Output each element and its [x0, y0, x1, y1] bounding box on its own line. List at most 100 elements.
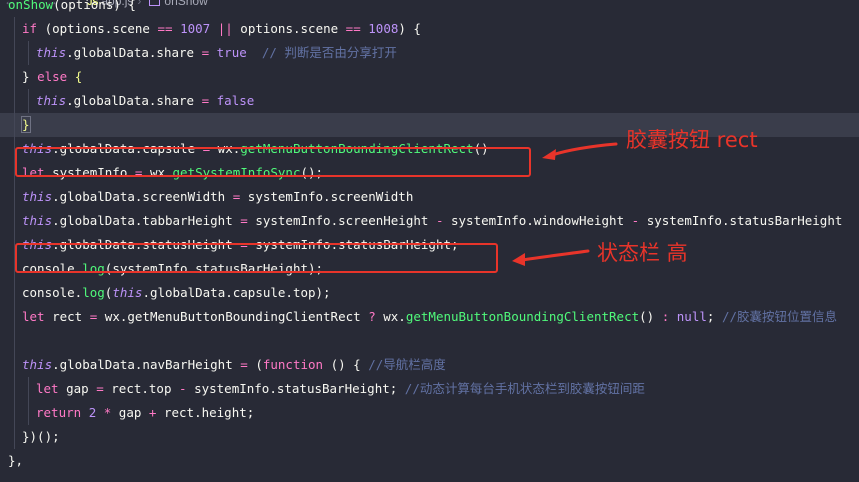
code-token: gap: [111, 405, 149, 420]
code-line[interactable]: if (options.scene == 1007 || options.sce…: [0, 17, 859, 41]
code-line[interactable]: },: [0, 449, 859, 473]
code-token: log: [82, 285, 105, 300]
code-token: ;: [706, 309, 722, 324]
code-token: systemInfo.screenWidth: [240, 189, 414, 204]
code-token: getMenuButtonBoundingClientRect: [405, 309, 640, 324]
code-line[interactable]: return 2 * gap + rect.height;: [0, 401, 859, 425]
indent-guide: [14, 305, 15, 329]
code-token: ) {: [398, 21, 421, 36]
indent-guide: [14, 425, 15, 449]
code-token: systemInfo.statusBarHeight;: [186, 381, 405, 396]
code-token: 1008: [368, 21, 399, 36]
indent-guide: [14, 65, 15, 89]
highlight-box-capsule: [15, 147, 531, 177]
code-line[interactable]: let rect = wx.getMenuButtonBoundingClien…: [0, 305, 859, 329]
code-token: =: [240, 213, 248, 228]
code-content: },: [8, 449, 23, 473]
code-content: return 2 * gap + rect.height;: [36, 401, 254, 425]
code-token: false: [216, 93, 255, 108]
arrow-status-icon: [512, 249, 590, 266]
indent-guide: [14, 209, 15, 233]
code-token: () {: [323, 357, 369, 372]
code-token: .globalData.screenWidth: [52, 189, 233, 204]
code-token: (options) {: [53, 0, 136, 12]
code-content: this.globalData.tabbarHeight = systemInf…: [22, 209, 842, 233]
indent-guide: [14, 401, 15, 425]
code-token: =: [240, 357, 248, 372]
indent-guide: [28, 89, 29, 113]
code-content: onShow(options) {: [8, 0, 136, 17]
arrow-capsule-icon: [542, 142, 618, 160]
code-token: ||: [217, 21, 233, 36]
code-token: else: [37, 69, 68, 84]
indent-guide: [14, 41, 15, 65]
indent-guide: [28, 377, 29, 401]
code-line[interactable]: this.globalData.tabbarHeight = systemInf…: [0, 209, 859, 233]
code-content: this.globalData.navBarHeight = (function…: [22, 353, 446, 377]
code-token: }: [22, 69, 38, 84]
code-line[interactable]: onShow(options) {: [0, 0, 859, 17]
annotation-capsule-label: 胶囊按钮 rect: [626, 128, 758, 152]
code-token: this: [36, 93, 67, 108]
code-token: },: [8, 453, 24, 468]
code-token: {: [74, 69, 83, 84]
code-token: =: [201, 93, 210, 108]
code-token: //胶囊按钮位置信息: [721, 309, 838, 324]
code-line[interactable]: console.log(this.globalData.capsule.top)…: [0, 281, 859, 305]
code-token: wx.getMenuButtonBoundingClientRect: [97, 309, 369, 324]
code-token: .globalData.tabbarHeight: [52, 213, 241, 228]
code-line[interactable]: this.globalData.navBarHeight = (function…: [0, 353, 859, 377]
code-token: rect.top: [103, 381, 180, 396]
code-token: wx.: [375, 309, 406, 324]
indent-guide: [14, 377, 15, 401]
code-token: .globalData.share: [66, 93, 202, 108]
code-line[interactable]: let gap = rect.top - systemInfo.statusBa…: [0, 377, 859, 401]
code-line[interactable]: })();: [0, 425, 859, 449]
code-content: let rect = wx.getMenuButtonBoundingClien…: [22, 305, 837, 329]
indent-guide: [28, 401, 29, 425]
indent-guide: [14, 89, 15, 113]
code-token: this: [22, 357, 53, 372]
code-token: }: [21, 116, 31, 133]
code-token: this: [22, 213, 53, 228]
code-line[interactable]: this.globalData.screenWidth = systemInfo…: [0, 185, 859, 209]
code-line[interactable]: [0, 329, 859, 353]
code-line[interactable]: this.globalData.share = false: [0, 89, 859, 113]
code-token: function: [262, 357, 324, 372]
code-line[interactable]: } else {: [0, 65, 859, 89]
code-token: ==: [345, 21, 361, 36]
code-content: })();: [22, 425, 60, 449]
indent-guide: [28, 41, 29, 65]
indent-guide: [14, 281, 15, 305]
code-content: let gap = rect.top - systemInfo.statusBa…: [36, 377, 645, 401]
code-token: ==: [157, 21, 173, 36]
code-token: let: [22, 309, 45, 324]
code-content: this.globalData.share = true // 判断是否由分享打…: [36, 41, 397, 65]
code-token: console.: [22, 285, 83, 300]
code-content: console.log(this.globalData.capsule.top)…: [22, 281, 331, 305]
code-token: rect.height;: [156, 405, 255, 420]
indent-guide: [14, 353, 15, 377]
code-token: .globalData.capsule.top);: [142, 285, 331, 300]
annotation-status-label: 状态栏 高: [597, 241, 688, 265]
code-line[interactable]: this.globalData.share = true // 判断是否由分享打…: [0, 41, 859, 65]
indent-guide: [14, 185, 15, 209]
code-token: true: [216, 45, 247, 60]
code-token: let: [36, 381, 59, 396]
code-token: null: [676, 309, 707, 324]
code-token: .globalData.share: [66, 45, 202, 60]
code-token: (): [639, 309, 662, 324]
indent-guide: [14, 17, 15, 41]
code-token: =: [96, 381, 104, 396]
code-token: rect: [44, 309, 90, 324]
code-token: onShow: [8, 0, 54, 12]
code-token: this: [22, 189, 53, 204]
highlight-box-status-height: [15, 243, 498, 273]
code-token: (options.scene: [37, 21, 158, 36]
code-token: systemInfo.screenHeight: [247, 213, 436, 228]
